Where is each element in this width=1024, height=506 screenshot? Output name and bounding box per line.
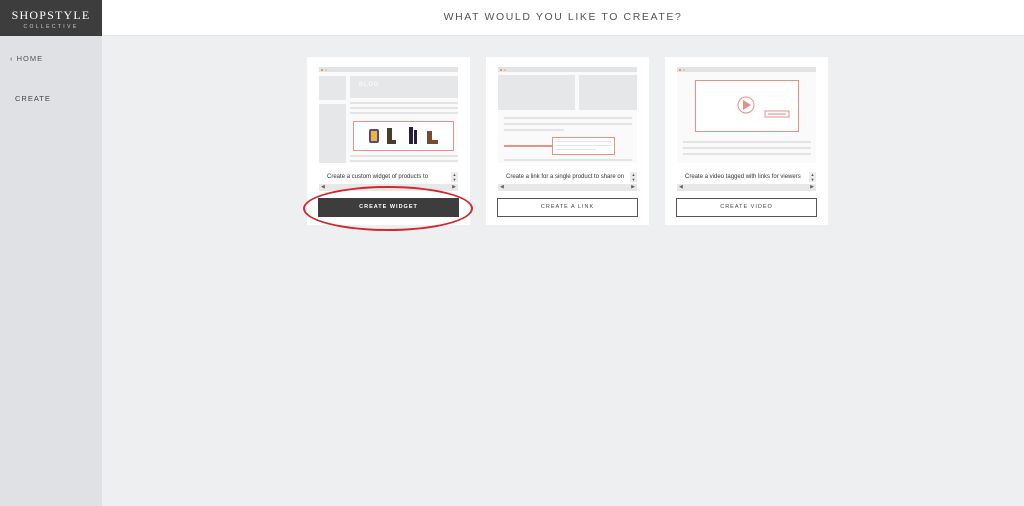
video-preview-image	[677, 67, 816, 163]
video-description[interactable]: Create a video tagged with links for vie…	[677, 172, 816, 182]
highlight-annotation	[303, 186, 473, 231]
spinner-icon[interactable]: ▲ ▼	[451, 172, 458, 182]
logo-brand: SHOPSTYLE	[11, 8, 91, 22]
blog-label: BLOG	[359, 82, 380, 88]
logo-sub: COLLECTIVE	[23, 24, 79, 30]
link-description[interactable]: Create a link for a single product to sh…	[498, 172, 637, 182]
link-card: Create a link for a single product to sh…	[486, 57, 649, 225]
create-link-button[interactable]: CREATE A LINK	[497, 198, 638, 217]
video-scrollbar[interactable]: ◀ ▶	[677, 184, 816, 191]
spinner-icon[interactable]: ▲ ▼	[809, 172, 816, 182]
link-preview-image	[498, 67, 637, 163]
link-scrollbar[interactable]: ◀ ▶	[498, 184, 637, 191]
page-title: WHAT WOULD YOU LIKE TO CREATE?	[443, 11, 683, 23]
widget-description[interactable]: Create a custom widget of products to ▲ ▼	[319, 172, 458, 182]
sidebar-item-create[interactable]: CREATE	[15, 94, 51, 103]
page-header: WHAT WOULD YOU LIKE TO CREATE?	[102, 0, 1024, 36]
spinner-icon[interactable]: ▲ ▼	[630, 172, 637, 182]
video-card: Create a video tagged with links for vie…	[665, 57, 828, 225]
create-video-button[interactable]: CREATE VIDEO	[676, 198, 817, 217]
sidebar-item-home[interactable]: ‹ HOME	[10, 54, 43, 63]
play-icon	[737, 96, 790, 118]
widget-product-strip	[353, 121, 454, 151]
link-tooltip	[552, 137, 615, 155]
video-frame	[695, 80, 799, 132]
widget-preview-image: BLOG	[319, 67, 458, 163]
sidebar: ‹ HOME CREATE	[0, 36, 102, 506]
shopstyle-logo[interactable]: SHOPSTYLE COLLECTIVE	[0, 0, 102, 36]
